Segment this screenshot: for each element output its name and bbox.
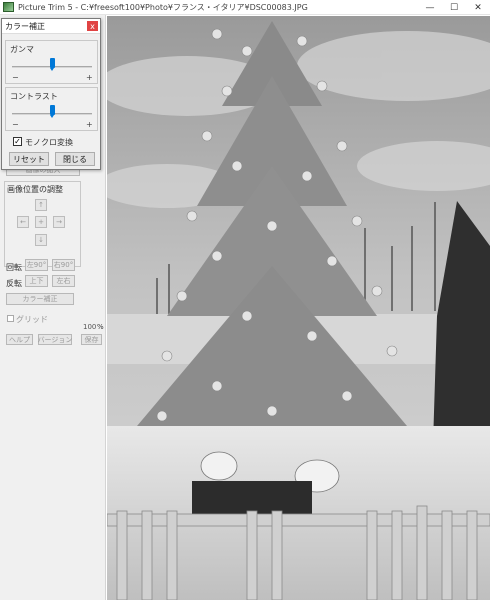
flip-label: 反転 [6,279,22,288]
contrast-plus: + [86,120,93,129]
help-button[interactable]: ヘルプ [6,334,33,345]
grid-checkbox[interactable] [7,315,14,322]
dialog-close-button[interactable]: 閉じる [55,152,95,166]
zoom-unit: % [97,323,104,331]
move-right-button[interactable]: → [53,216,65,228]
flip-vertical-button[interactable]: 上下 [25,275,48,287]
reset-button[interactable]: リセット [9,152,49,166]
mono-checkbox[interactable]: ✓ [13,137,22,146]
version-button[interactable]: バージョン [38,334,72,345]
dialog-title: カラー補正 [5,21,45,31]
window-controls: — ☐ ✕ [418,0,490,15]
color-correction-dialog: カラー補正 x ガンマ − + コントラスト − + ✓ モノクロ変換 リセット… [1,18,101,170]
contrast-minus: − [12,120,19,129]
position-group-label: 画像位置の調整 [7,185,63,194]
rotate-left-button[interactable]: 左90° [25,259,48,271]
title-bar: Picture Trim 5 - C:¥freesoft100¥Photo¥フラ… [0,0,490,15]
contrast-label: コントラスト [10,92,58,101]
app-icon [3,2,14,12]
photo-canvas [107,16,490,600]
minimize-button[interactable]: — [418,0,442,15]
dialog-close-icon[interactable]: x [87,21,98,31]
flip-horizontal-button[interactable]: 左右 [52,275,75,287]
maximize-button[interactable]: ☐ [442,0,466,15]
move-up-button[interactable]: ↑ [35,199,47,211]
rotate-right-button[interactable]: 右90° [52,259,75,271]
position-adjust-group: 画像位置の調整 ↑ ← + → ↓ [4,181,81,267]
move-left-button[interactable]: ← [17,216,29,228]
save-button[interactable]: 保存 [81,334,102,345]
mono-label: モノクロ変換 [25,138,73,147]
contrast-group: コントラスト − + [5,87,98,131]
image-viewport[interactable] [107,16,490,600]
gamma-label: ガンマ [10,45,34,54]
window-title: Picture Trim 5 - C:¥freesoft100¥Photo¥フラ… [18,2,308,12]
gamma-minus: − [12,73,19,82]
grid-label: グリッド [16,315,48,324]
color-correct-button[interactable]: カラー補正 [6,293,74,305]
gamma-group: ガンマ − + [5,40,98,84]
gamma-slider-thumb[interactable] [49,58,55,71]
gamma-plus: + [86,73,93,82]
rotate-label: 回転 [6,263,22,272]
move-center-button[interactable]: + [35,216,47,228]
contrast-slider-thumb[interactable] [49,105,55,118]
close-button[interactable]: ✕ [466,0,490,15]
dialog-title-bar: カラー補正 x [2,19,100,34]
move-down-button[interactable]: ↓ [35,234,47,246]
zoom-value: 100 [83,323,97,331]
